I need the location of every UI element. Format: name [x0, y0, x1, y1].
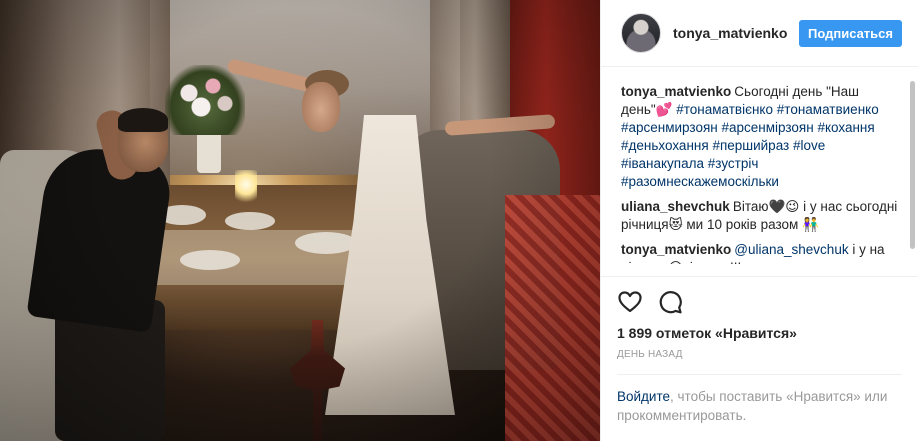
hashtag-link[interactable]: #разомнескажемоскільки: [621, 174, 779, 189]
hashtag-link[interactable]: #деньхохання: [621, 138, 709, 153]
hashtag-link[interactable]: #іванакупала: [621, 156, 704, 171]
login-prompt: Войдите, чтобы поставить «Нравится» или …: [617, 374, 902, 441]
hashtag-link[interactable]: #тонаматвієнко: [676, 102, 773, 117]
post-timestamp[interactable]: ДЕНЬ НАЗАД: [617, 349, 902, 360]
post-side-panel: tonya_matvienko Подписаться tonya_matvie…: [600, 0, 918, 441]
comment-author[interactable]: uliana_shevchuk: [621, 199, 730, 214]
hashtag-link[interactable]: #арсенмірзоян: [722, 120, 814, 135]
photo-vignette: [0, 0, 600, 441]
hashtag-link[interactable]: #кохання: [817, 120, 874, 135]
speech-bubble-icon[interactable]: [657, 289, 683, 315]
hashtag-link[interactable]: #арсенмирзоян: [621, 120, 718, 135]
login-link[interactable]: Войдите: [617, 389, 670, 404]
mention-link[interactable]: @uliana_shevchuk: [734, 242, 848, 257]
heart-outline-icon[interactable]: [617, 289, 643, 315]
hashtag-link[interactable]: #тонаматвиенко: [777, 102, 879, 117]
instagram-post: tonya_matvienko Подписаться tonya_matvie…: [0, 0, 918, 441]
comments-list[interactable]: tonya_matvienko Сьогодні день "Наш день"💕…: [601, 67, 918, 276]
comment-item: uliana_shevchuk Вітаю🖤😉 і у нас сьогодні …: [621, 198, 904, 234]
follow-button[interactable]: Подписаться: [798, 19, 902, 47]
hashtag-link[interactable]: #зустріч: [708, 156, 759, 171]
comment-author[interactable]: tonya_matvienko: [621, 84, 731, 99]
post-header: tonya_matvienko Подписаться: [601, 0, 918, 67]
avatar[interactable]: [621, 13, 661, 53]
comments-fade: [601, 264, 918, 276]
comments-scrollbar[interactable]: [910, 81, 915, 249]
post-actions: 1 899 отметок «Нравится» ДЕНЬ НАЗАД: [601, 276, 918, 360]
hashtag-link[interactable]: #першийраз: [712, 138, 789, 153]
post-photo[interactable]: [0, 0, 600, 441]
hashtag-link[interactable]: #love: [793, 138, 825, 153]
likes-count[interactable]: 1 899 отметок «Нравится»: [617, 325, 902, 341]
action-icons: [617, 287, 902, 317]
comment-author[interactable]: tonya_matvienko: [621, 242, 731, 257]
header-username[interactable]: tonya_matvienko: [673, 25, 799, 41]
comment-item: tonya_matvienko Сьогодні день "Наш день"💕…: [621, 83, 904, 191]
